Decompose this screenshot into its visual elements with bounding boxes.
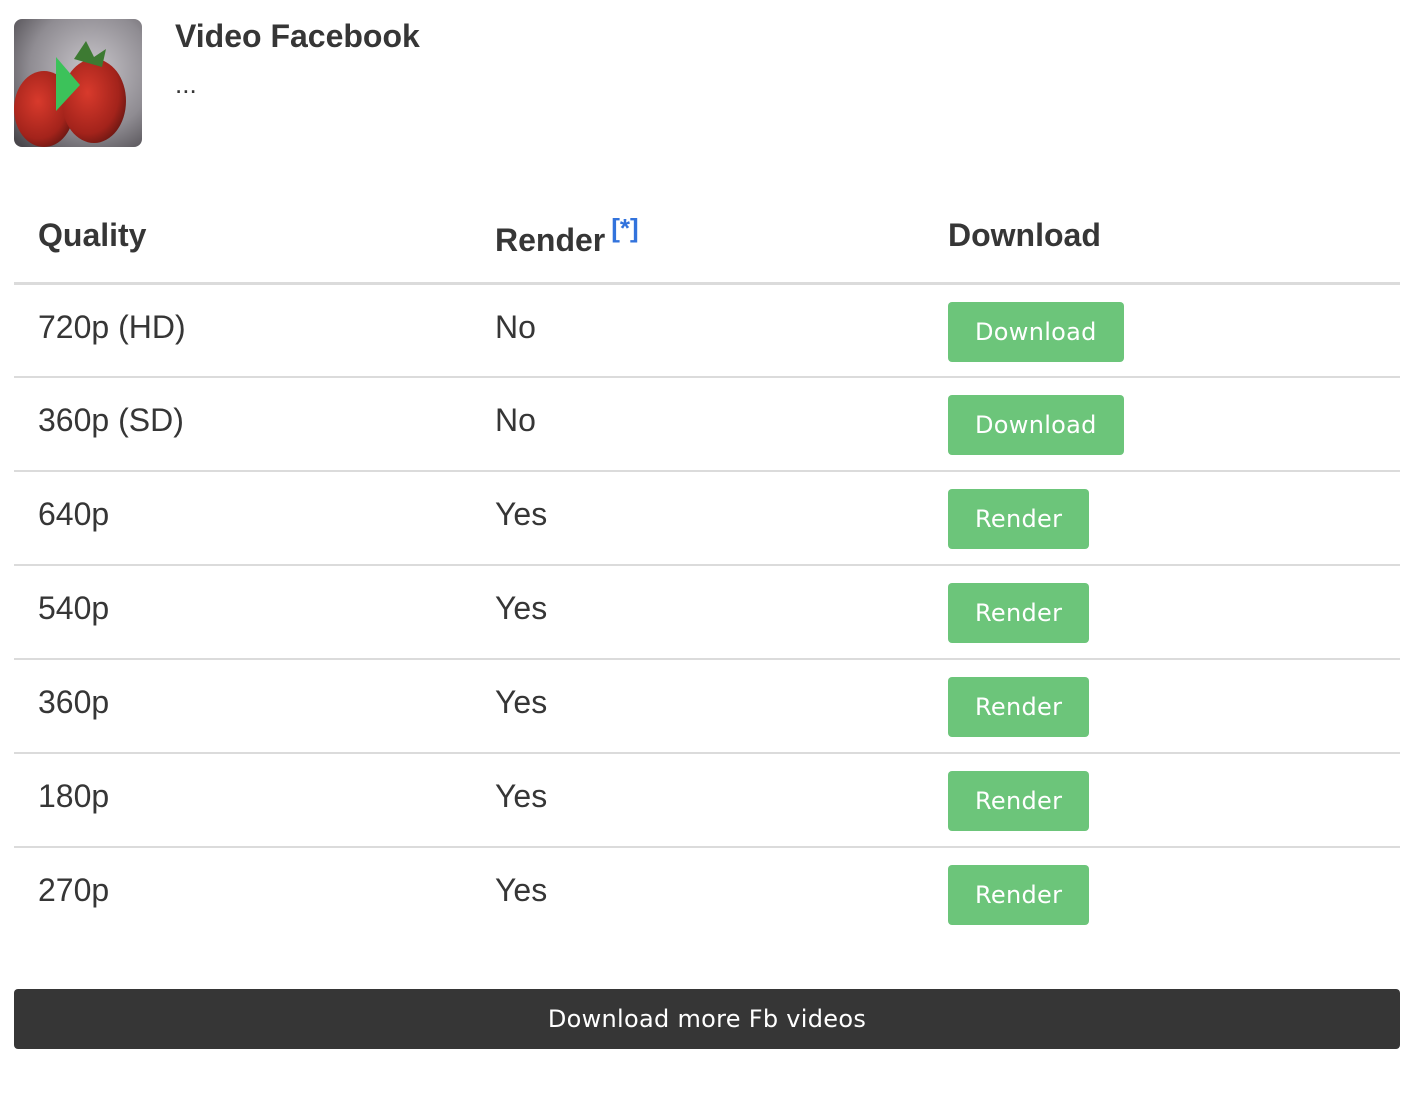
quality-cell: 540p — [14, 565, 471, 660]
render-button[interactable]: Render — [948, 489, 1090, 549]
table-row: 720p (HD) No Download — [14, 283, 1400, 378]
render-cell: Yes — [495, 872, 548, 908]
video-description: ... — [175, 69, 197, 99]
render-cell: Yes — [471, 753, 924, 848]
render-column-header: Render [*] — [471, 190, 924, 285]
table-row: 640p Yes Render — [14, 471, 1400, 566]
download-column-header: Download — [924, 190, 1400, 285]
render-cell: Yes — [471, 659, 924, 754]
video-info: Video Facebook ... — [175, 19, 420, 147]
video-thumbnail[interactable] — [14, 19, 142, 147]
render-cell: No — [471, 377, 924, 472]
action-cell: Download — [924, 283, 1400, 378]
table-row: 360p (SD) No Download — [14, 377, 1400, 472]
download-button[interactable]: Download — [948, 395, 1124, 455]
quality-cell: 180p — [14, 753, 471, 848]
video-header: Video Facebook ... — [14, 19, 420, 147]
quality-table: Quality Render [*] Download 720p (HD) No … — [14, 190, 1400, 941]
quality-cell: 360p — [14, 659, 471, 754]
table-row: 360p Yes Render — [14, 659, 1400, 754]
action-cell: Render — [924, 659, 1400, 754]
quality-cell: 640p — [14, 471, 471, 566]
render-button[interactable]: Render — [948, 865, 1090, 925]
render-cell: Yes — [471, 471, 924, 566]
page: Video Facebook ... Quality Render [*] Dow… — [0, 0, 1418, 1097]
action-cell: Render — [924, 565, 1400, 660]
render-note-link[interactable]: [*] — [611, 213, 638, 243]
table-header-row: Quality Render [*] Download — [14, 190, 1400, 285]
action-cell: Render — [924, 753, 1400, 848]
download-button[interactable]: Download — [948, 301, 1124, 362]
quality-cell: 270p — [38, 872, 110, 908]
action-cell: Render — [924, 847, 1400, 941]
render-button[interactable]: Render — [948, 677, 1090, 737]
render-button[interactable]: Render — [948, 583, 1090, 643]
action-cell: Render — [924, 471, 1400, 566]
thumbnail-image — [14, 19, 142, 147]
quality-cell: 720p (HD) — [14, 283, 471, 378]
video-title: Video Facebook — [175, 18, 420, 54]
download-more-button[interactable]: Download more Fb videos — [14, 989, 1400, 1049]
table-row: 540p Yes Render — [14, 565, 1400, 660]
action-cell: Download — [924, 377, 1400, 472]
render-button[interactable]: Render — [948, 771, 1090, 831]
table-row: 180p Yes Render — [14, 753, 1400, 848]
render-cell: No — [471, 283, 924, 378]
render-cell: Yes — [471, 565, 924, 660]
quality-column-header: Quality — [14, 190, 471, 285]
quality-cell: 360p (SD) — [14, 377, 471, 472]
table-row: 270p Yes Render — [14, 847, 1400, 941]
